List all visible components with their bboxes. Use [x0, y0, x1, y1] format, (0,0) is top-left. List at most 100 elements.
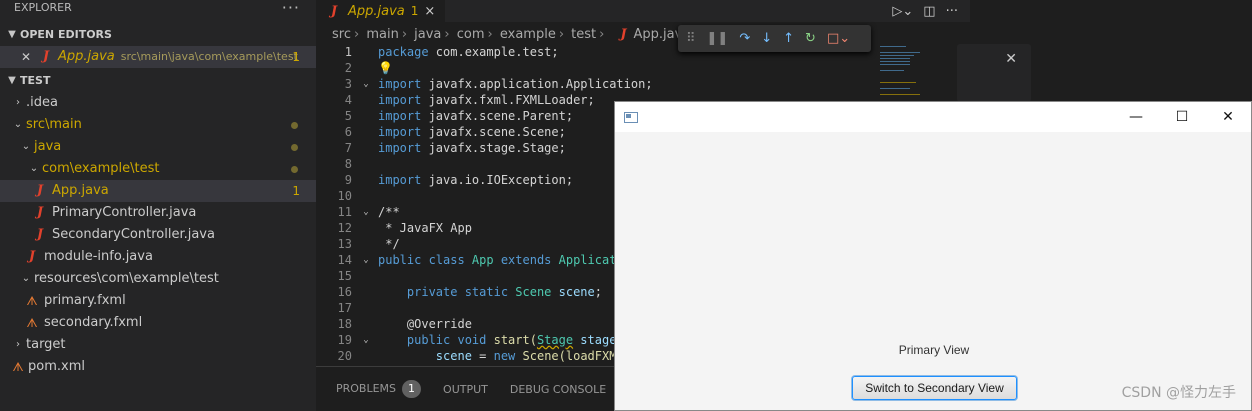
line-number: 8 — [344, 157, 352, 171]
tab-debug-console[interactable]: DEBUG CONSOLE — [510, 383, 606, 396]
open-editors-header[interactable]: ▼ OPEN EDITORS — [0, 24, 316, 46]
line-number: 4 — [344, 93, 352, 107]
xml-file-icon: ᗑ — [26, 294, 38, 308]
breadcrumb-item[interactable]: src — [332, 27, 351, 42]
open-editor-filename: App.java — [58, 49, 115, 64]
line-text: 💡 — [378, 60, 393, 76]
tree-item-label: java — [34, 139, 62, 154]
more-actions-icon[interactable]: ··· — [946, 4, 958, 19]
line-number: 9 — [344, 173, 352, 187]
fold-chevron-icon[interactable]: ⌄ — [360, 204, 372, 220]
minimize-button[interactable]: — — [1113, 102, 1159, 132]
xml-file-icon: ᗑ — [26, 316, 38, 330]
close-icon[interactable]: ✕ — [18, 46, 34, 68]
stop-icon[interactable]: □⌄ — [827, 31, 850, 46]
step-out-icon[interactable]: ↑ — [783, 31, 794, 46]
open-editor-item-app-java[interactable]: ✕ J App.java src\main\java\com\example\t… — [0, 46, 316, 68]
tree-item-java[interactable]: ⌄ java — [0, 136, 316, 158]
switch-to-secondary-button[interactable]: Switch to Secondary View — [852, 376, 1017, 400]
line-number: 3 — [344, 77, 352, 91]
line-number: 15 — [337, 269, 352, 283]
maximize-button[interactable]: ☐ — [1159, 102, 1205, 132]
tree-item-label: target — [26, 337, 66, 352]
line-text: import javafx.application.Application; — [378, 77, 653, 91]
javafx-window: — ☐ ✕ Primary View Switch to Secondary V… — [614, 101, 1252, 411]
fold-chevron-icon[interactable]: ⌄ — [360, 252, 372, 268]
fold-chevron-icon[interactable]: ⌄ — [360, 76, 372, 92]
tree-item-label: PrimaryController.java — [52, 205, 197, 220]
open-editors-label: OPEN EDITORS — [20, 28, 112, 41]
java-file-icon: J — [42, 49, 50, 64]
pause-icon[interactable]: ❚❚ — [707, 31, 729, 46]
java-file-icon: J — [36, 205, 44, 220]
tab-problems[interactable]: PROBLEMS 1 — [336, 380, 422, 398]
line-number: 10 — [337, 189, 352, 203]
tab-problem-count: 1 — [410, 4, 419, 18]
code-line: 1 package com.example.test; — [316, 44, 970, 60]
watermark: CSDN @怪力左手 — [1121, 385, 1236, 401]
tree-item-secondary-controller[interactable]: J SecondaryController.java — [0, 224, 316, 246]
explorer-title: EXPLORER — [14, 1, 72, 14]
tree-item-primary-controller[interactable]: J PrimaryController.java — [0, 202, 316, 224]
close-window-button[interactable]: ✕ — [1205, 102, 1251, 132]
breadcrumb-item[interactable]: example — [500, 27, 556, 42]
window-title-bar[interactable]: — ☐ ✕ — [615, 102, 1251, 132]
line-text: import javafx.stage.Stage; — [378, 141, 566, 155]
line-number: 6 — [344, 125, 352, 139]
chevron-down-icon: ▼ — [8, 75, 16, 86]
more-actions-icon[interactable]: ··· — [282, 0, 300, 22]
app-window-icon — [624, 111, 638, 123]
fold-chevron-icon[interactable]: ⌄ — [360, 332, 372, 348]
line-number: 11 — [337, 205, 352, 219]
explorer-sidebar: EXPLORER ··· ▼ OPEN EDITORS ✕ J App.java… — [0, 0, 316, 411]
drag-handle-icon[interactable]: ⠿ — [686, 31, 696, 46]
restart-icon[interactable]: ↻ — [805, 31, 816, 46]
project-label: TEST — [20, 74, 51, 87]
tree-item-pom-xml[interactable]: ᗑ pom.xml — [0, 356, 316, 378]
step-over-icon[interactable]: ↷ — [739, 31, 750, 46]
tree-item-idea[interactable]: › .idea — [0, 92, 316, 114]
line-text: package com.example.test; — [378, 45, 559, 59]
breadcrumb-item[interactable]: test — [571, 27, 596, 42]
code-line: 3 ⌄ import javafx.application.Application; — [316, 76, 970, 92]
tree-item-module-info[interactable]: J module-info.java — [0, 246, 316, 268]
tree-item-src-main[interactable]: ⌄ src\main — [0, 114, 316, 136]
problems-count-badge: 1 — [402, 380, 422, 398]
tree-item-com-example-test[interactable]: ⌄ com\example\test — [0, 158, 316, 180]
tree-item-app-java[interactable]: J App.java 1 — [0, 180, 316, 202]
tab-app-java[interactable]: J App.java 1 × — [316, 0, 447, 22]
tree-item-label: resources\com\example\test — [34, 271, 219, 286]
tree-item-primary-fxml[interactable]: ᗑ primary.fxml — [0, 290, 316, 312]
line-number: 20 — [337, 349, 352, 363]
tree-item-label: src\main — [26, 117, 82, 132]
line-number: 2 — [344, 61, 352, 75]
tab-close-icon[interactable]: × — [424, 4, 435, 19]
tab-output[interactable]: OUTPUT — [443, 383, 488, 396]
split-editor-icon[interactable]: ◫ — [923, 4, 935, 19]
breadcrumb-item[interactable]: java — [414, 27, 441, 42]
minimap[interactable] — [880, 44, 956, 104]
tree-item-label: pom.xml — [28, 359, 85, 374]
background-dialog: ✕ — [957, 44, 1031, 102]
close-icon[interactable]: ✕ — [1005, 51, 1017, 67]
step-into-icon[interactable]: ↓ — [761, 31, 772, 46]
java-file-icon: J — [28, 249, 36, 264]
chevron-down-icon: ⌄ — [21, 141, 31, 152]
chevron-down-icon: ▼ — [8, 29, 16, 40]
line-text: @Override — [378, 317, 472, 331]
lightbulb-icon[interactable]: 💡 — [378, 61, 393, 75]
tree-item-label: primary.fxml — [44, 293, 126, 308]
problem-count-badge: 1 — [292, 50, 300, 64]
line-text: scene = new Scene(loadFXML(f — [378, 349, 639, 363]
java-file-icon: J — [330, 3, 338, 19]
breadcrumb-item[interactable]: main — [366, 27, 398, 42]
tree-item-resources[interactable]: ⌄ resources\com\example\test — [0, 268, 316, 290]
tree-item-target[interactable]: › target — [0, 334, 316, 356]
tree-item-label: com\example\test — [42, 161, 160, 176]
line-number: 5 — [344, 109, 352, 123]
tree-item-secondary-fxml[interactable]: ᗑ secondary.fxml — [0, 312, 316, 334]
project-header[interactable]: ▼ TEST — [0, 70, 316, 92]
run-icon[interactable]: ▷⌄ — [892, 4, 913, 19]
breadcrumb-item[interactable]: com — [457, 27, 485, 42]
explorer-title-bar: EXPLORER ··· — [0, 0, 316, 22]
